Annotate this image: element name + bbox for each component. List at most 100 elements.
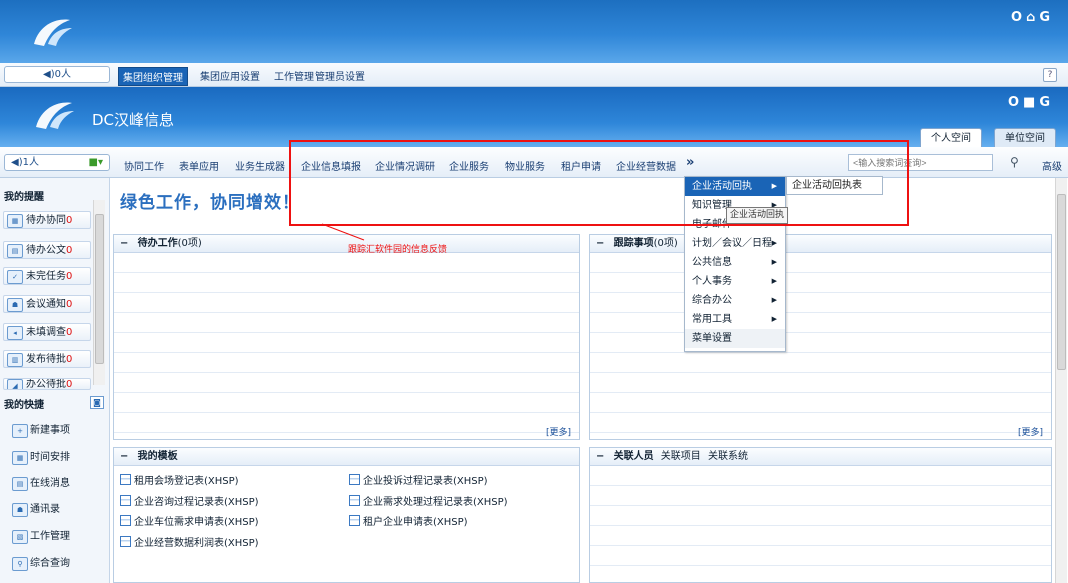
template-label: 租户企业申请表(XHSP) (363, 517, 468, 528)
reminder-label: 待办公文 (26, 245, 66, 256)
dropdown-label: 菜单设置 (692, 333, 732, 344)
collapse-icon[interactable]: − (120, 451, 128, 462)
form-icon (120, 515, 131, 526)
reminder-publish[interactable]: ▥ 发布待批0 (3, 350, 91, 368)
chevron-right-icon: ▶ (771, 296, 777, 304)
search-icon[interactable]: ⚲ (1010, 155, 1019, 169)
meeting-icon: ☗ (7, 298, 23, 312)
reminder-count: 0 (66, 327, 73, 338)
reminder-unfinished-task[interactable]: ✓ 未完任务0 (3, 267, 91, 285)
dropdown-item-public-info[interactable]: 公共信息 ▶ (685, 253, 785, 272)
shortcut-settings-icon[interactable]: ◙ (90, 396, 104, 409)
shortcut-label: 时间安排 (30, 452, 70, 463)
shortcut-label: 在线消息 (30, 478, 70, 489)
help-icon[interactable]: ? (1043, 68, 1057, 82)
tab-unit-space[interactable]: 单位空间 (994, 128, 1056, 148)
dropdown-item-menu-settings[interactable]: 菜单设置 (685, 329, 785, 348)
collapse-icon[interactable]: − (596, 451, 604, 462)
main-scrollbar[interactable] (1055, 178, 1067, 583)
sp-logo (36, 102, 74, 129)
template-item[interactable]: 租户企业申请表(XHSP) (349, 513, 468, 528)
dropdown-item-tools[interactable]: 常用工具 ▶ (685, 310, 785, 329)
nav-work-mgmt[interactable]: 工作管理 (274, 68, 314, 83)
templates-panel: − 我的模板 租用会场登记表(XHSP) 企业投诉过程记录表(XHSP) 企业咨… (113, 447, 580, 583)
group-nav-bar: ◀)0人 集团组织管理 集团应用设置 工作管理 管理员设置 ? (0, 63, 1068, 87)
tab-related-project[interactable]: 关联项目 (661, 451, 701, 462)
status-icon[interactable]: ■▾ (89, 155, 103, 170)
reminder-count: 0 (66, 271, 73, 282)
shortcut-schedule[interactable]: ▦ 时间安排 (4, 448, 104, 468)
reminder-survey[interactable]: ◂ 未填调查0 (3, 323, 91, 341)
form-icon (120, 536, 131, 547)
template-item[interactable]: 租用会场登记表(XHSP) (120, 472, 239, 487)
reminder-label: 会议通知 (26, 299, 66, 310)
reminder-count: 0 (66, 354, 73, 365)
query-icon: ⚲ (12, 557, 28, 571)
contacts-icon: ☗ (12, 503, 28, 517)
dropdown-item-plan-meeting[interactable]: 计划／会议／日程 ▶ (685, 234, 785, 253)
online-count-badge[interactable]: ◀)0人 (4, 66, 110, 83)
template-item[interactable]: 企业咨询过程记录表(XHSP) (120, 493, 259, 508)
dropdown-label: 公共信息 (692, 257, 732, 268)
home-icon[interactable]: ⌂ (1026, 10, 1039, 25)
related-header: − 关联人员 关联项目 关联系统 (590, 448, 1051, 466)
dropdown-item-personal[interactable]: 个人事务 ▶ (685, 272, 785, 291)
menu-form-app[interactable]: 表单应用 (179, 158, 219, 173)
logout-icon[interactable]: G (1039, 95, 1054, 110)
collapse-icon[interactable]: − (596, 238, 604, 249)
window-icon[interactable]: ■ (1023, 95, 1039, 110)
tracking-more-link[interactable]: [更多] (1018, 425, 1043, 438)
online-count-badge[interactable]: ◀)1人 ■▾ (4, 154, 110, 171)
template-item[interactable]: 企业投诉过程记录表(XHSP) (349, 472, 488, 487)
pending-work-title: 待办工作 (137, 238, 178, 249)
logout-icon[interactable]: G (1039, 10, 1054, 25)
reminder-label: 未完任务 (26, 271, 66, 282)
reminder-scrollbar[interactable] (93, 200, 105, 385)
shortcut-address-book[interactable]: ☗ 通讯录 (4, 500, 104, 520)
scrollbar-thumb[interactable] (1057, 194, 1066, 370)
shortcut-query[interactable]: ⚲ 综合查询 (4, 554, 104, 574)
form-icon (120, 495, 131, 506)
app-header: DC汉峰信息 O■G 个人空间 单位空间 (0, 87, 1068, 148)
reminder-meeting[interactable]: ☗ 会议通知0 (3, 295, 91, 313)
tab-related-people[interactable]: 关联人员 (614, 451, 654, 462)
shortcut-new-item[interactable]: + 新建事项 (4, 421, 104, 441)
refresh-icon[interactable]: O (1011, 10, 1026, 25)
top-banner: O⌂G (0, 0, 1068, 63)
nav-group-org[interactable]: 集团组织管理 (118, 67, 188, 86)
reminder-pending-collab[interactable]: ▦ 待办协同0 (3, 211, 91, 229)
nav-admin[interactable]: 管理员设置 (315, 68, 365, 83)
template-item[interactable]: 企业需求处理过程记录表(XHSP) (349, 493, 508, 508)
work-icon: ▧ (12, 530, 28, 544)
left-sidebar: 我的提醒 ▦ 待办协同0 ▤ 待办公文0 ✓ 未完任务0 ☗ 会议通知0 ◂ 未填调查0 … (0, 178, 110, 583)
shortcut-label: 通讯录 (30, 504, 60, 515)
shortcut-work-mgmt[interactable]: ▧ 工作管理 (4, 527, 104, 547)
related-panel: − 关联人员 关联项目 关联系统 (589, 447, 1052, 583)
menu-collaboration[interactable]: 协同工作 (124, 158, 164, 173)
menu-biz-generator[interactable]: 业务生成器 (235, 158, 285, 173)
refresh-icon[interactable]: O (1008, 95, 1023, 110)
shortcut-label: 新建事项 (30, 425, 70, 436)
template-item[interactable]: 企业车位需求申请表(XHSP) (120, 513, 259, 528)
template-item[interactable]: 企业经营数据利润表(XHSP) (120, 534, 259, 549)
shortcut-online-msg[interactable]: ▤ 在线消息 (4, 474, 104, 494)
pending-more-link[interactable]: [更多] (546, 425, 571, 438)
reminder-label: 待办协同 (26, 215, 66, 226)
scrollbar-thumb[interactable] (95, 214, 104, 364)
template-label: 企业经营数据利润表(XHSP) (134, 538, 259, 549)
advanced-search-link[interactable]: 高级 (1042, 158, 1062, 173)
reminder-pending-doc[interactable]: ▤ 待办公文0 (3, 241, 91, 259)
tracking-count: (0项) (653, 238, 678, 249)
brand-title: DC汉峰信息 (92, 111, 175, 129)
reminder-label: 办公待批 (26, 379, 66, 390)
dropdown-item-office[interactable]: 综合办公 ▶ (685, 291, 785, 310)
nav-group-app[interactable]: 集团应用设置 (200, 68, 260, 83)
online-count-label: ◀)1人 (11, 157, 39, 168)
tab-personal-space[interactable]: 个人空间 (920, 128, 982, 148)
tracking-header: − 跟踪事项(0项) (590, 235, 1051, 253)
reminder-office[interactable]: ◢ 办公待批0 (3, 378, 91, 390)
pending-work-count: (0项) (177, 238, 202, 249)
chart-icon: ▥ (7, 353, 23, 367)
collapse-icon[interactable]: − (120, 238, 128, 249)
tab-related-system[interactable]: 关联系统 (708, 451, 748, 462)
